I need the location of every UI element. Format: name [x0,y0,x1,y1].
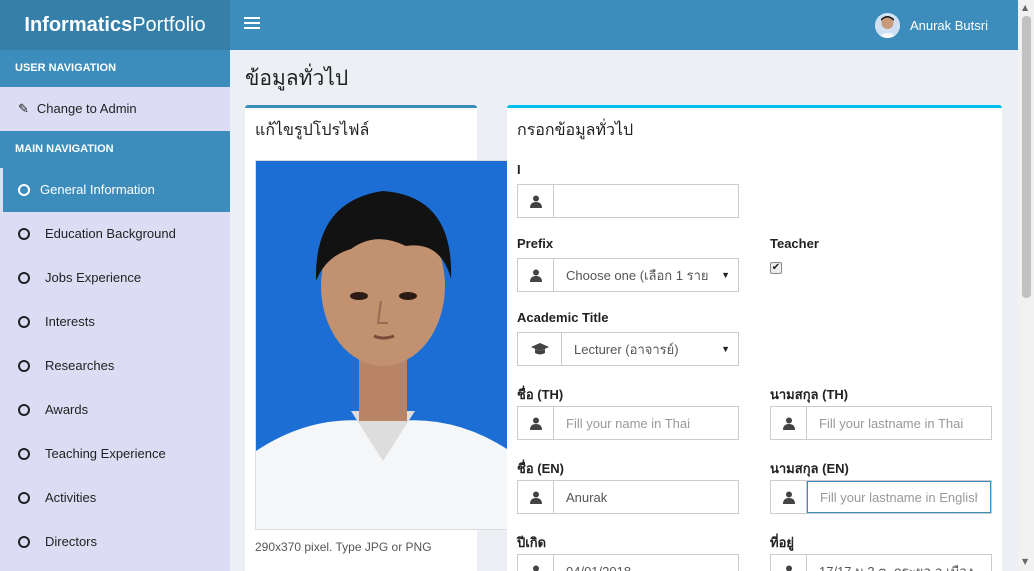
user-navigation-header: USER NAVIGATION [0,50,230,87]
name-en-input[interactable] [554,481,738,513]
edit-icon: ✎ [18,101,29,116]
user-icon [771,555,807,571]
user-icon [518,407,554,439]
sidebar: USER NAVIGATION ✎ Change to Admin MAIN N… [0,50,230,571]
sidebar-item-general-information[interactable]: General Information [3,168,230,212]
birth-year-label: ปีเกิด [517,535,547,550]
caret-down-icon: ▼ [721,344,730,354]
graduation-cap-icon [518,333,562,365]
lastname-en-input[interactable] [807,481,991,513]
circle-icon [18,184,30,196]
logo-bold-text: Informatics [24,14,133,36]
name-en-group [517,480,739,514]
profile-image-box: แก้ไขรูปโปรไฟล์ 290x370 pixel. Type JPG … [245,105,509,571]
circle-icon [18,492,30,504]
sidebar-item-label: Directors [45,534,98,549]
birth-year-input[interactable] [554,555,738,571]
academic-title-label: Academic Title [517,310,609,325]
address-label: ที่อยู่ [770,535,794,550]
id-label: I [517,162,521,177]
lastname-th-group [770,406,992,440]
lastname-en-group [770,480,992,514]
sidebar-item-label: General Information [40,182,155,197]
sidebar-item-label: Education Background [45,226,176,241]
profile-image-box-title: แก้ไขรูปโปรไฟล์ [255,120,370,139]
sidebar-item-label: Interests [45,314,95,329]
sidebar-item-label: Researches [45,358,115,373]
sidebar-item-label: Teaching Experience [45,446,166,461]
prefix-selected-value: Choose one (เลือก 1 ราย [566,267,709,283]
academic-title-select[interactable]: Lecturer (อาจารย์) ▼ [562,333,738,365]
circle-icon [18,272,30,284]
teacher-label: Teacher [770,236,819,251]
user-icon [771,481,807,513]
scroll-up-arrow-icon[interactable]: ▲ [1022,3,1028,12]
teacher-checkbox[interactable]: ✔ [770,262,782,274]
sidebar-item-label: Jobs Experience [45,270,142,285]
sidebar-item-teaching-experience[interactable]: Teaching Experience [0,432,230,476]
user-icon [518,555,554,571]
academic-title-selected-value: Lecturer (อาจารย์) [574,341,679,357]
lastname-en-label: นามสกุล (EN) [770,461,849,476]
name-th-label: ชื่อ (TH) [517,387,564,402]
profile-photo [255,160,509,530]
circle-icon [18,448,30,460]
lastname-th-label: นามสกุล (TH) [770,387,849,402]
prefix-select[interactable]: Choose one (เลือก 1 ราย ▼ [554,259,738,291]
sidebar-item-awards[interactable]: Awards [0,388,230,432]
prefix-label: Prefix [517,236,554,251]
academic-title-select-group: Lecturer (อาจารย์) ▼ [517,332,739,366]
main-navigation-header: MAIN NAVIGATION [0,131,230,168]
sidebar-item-activities[interactable]: Activities [0,476,230,520]
circle-icon [18,228,30,240]
change-to-admin-link[interactable]: ✎ Change to Admin [0,87,230,131]
top-navbar: Anurak Butsri [230,0,1018,50]
user-icon [518,481,554,513]
photo-size-hint: 290x370 pixel. Type JPG or PNG [255,540,432,554]
sidebar-item-researches[interactable]: Researches [0,344,230,388]
circle-icon [18,536,30,548]
sidebar-item-education-background[interactable]: Education Background [0,212,230,256]
page-title: ข้อมูลทั่วไป [245,66,349,90]
birth-year-group [517,554,739,571]
circle-icon [18,404,30,416]
app-logo[interactable]: InformaticsPortfolio [0,0,230,50]
id-input[interactable] [554,185,738,217]
sidebar-item-label: Awards [45,402,89,417]
circle-icon [18,360,30,372]
user-icon [771,407,807,439]
user-name: Anurak Butsri [909,17,988,33]
general-info-form-title: กรอกข้อมูลทั่วไป [517,120,634,139]
page-scrollbar[interactable]: ▲ ▼ [1018,0,1034,571]
change-to-admin-label: Change to Admin [36,101,137,116]
scrollbar-thumb[interactable] [1022,16,1031,298]
logo-light-text: Portfolio [132,14,206,36]
sidebar-item-directors[interactable]: Directors [0,520,230,564]
sidebar-item-jobs-experience[interactable]: Jobs Experience [0,256,230,300]
sidebar-toggle-menu-icon[interactable] [244,17,260,33]
name-en-label: ชื่อ (EN) [517,461,564,476]
name-th-group [517,406,739,440]
lastname-th-input[interactable] [807,407,991,439]
address-group [770,554,992,571]
circle-icon [18,316,30,328]
scroll-down-arrow-icon[interactable]: ▼ [1022,557,1028,566]
name-th-input[interactable] [554,407,738,439]
sidebar-item-interests[interactable]: Interests [0,300,230,344]
caret-down-icon: ▼ [721,270,730,280]
sidebar-item-label: Activities [45,490,97,505]
address-input[interactable] [807,555,991,571]
avatar [874,12,900,38]
id-field [517,184,739,218]
prefix-select-group: Choose one (เลือก 1 ราย ▼ [517,258,739,292]
user-icon [518,185,554,217]
user-icon [518,259,554,291]
user-menu[interactable]: Anurak Butsri [874,12,988,38]
